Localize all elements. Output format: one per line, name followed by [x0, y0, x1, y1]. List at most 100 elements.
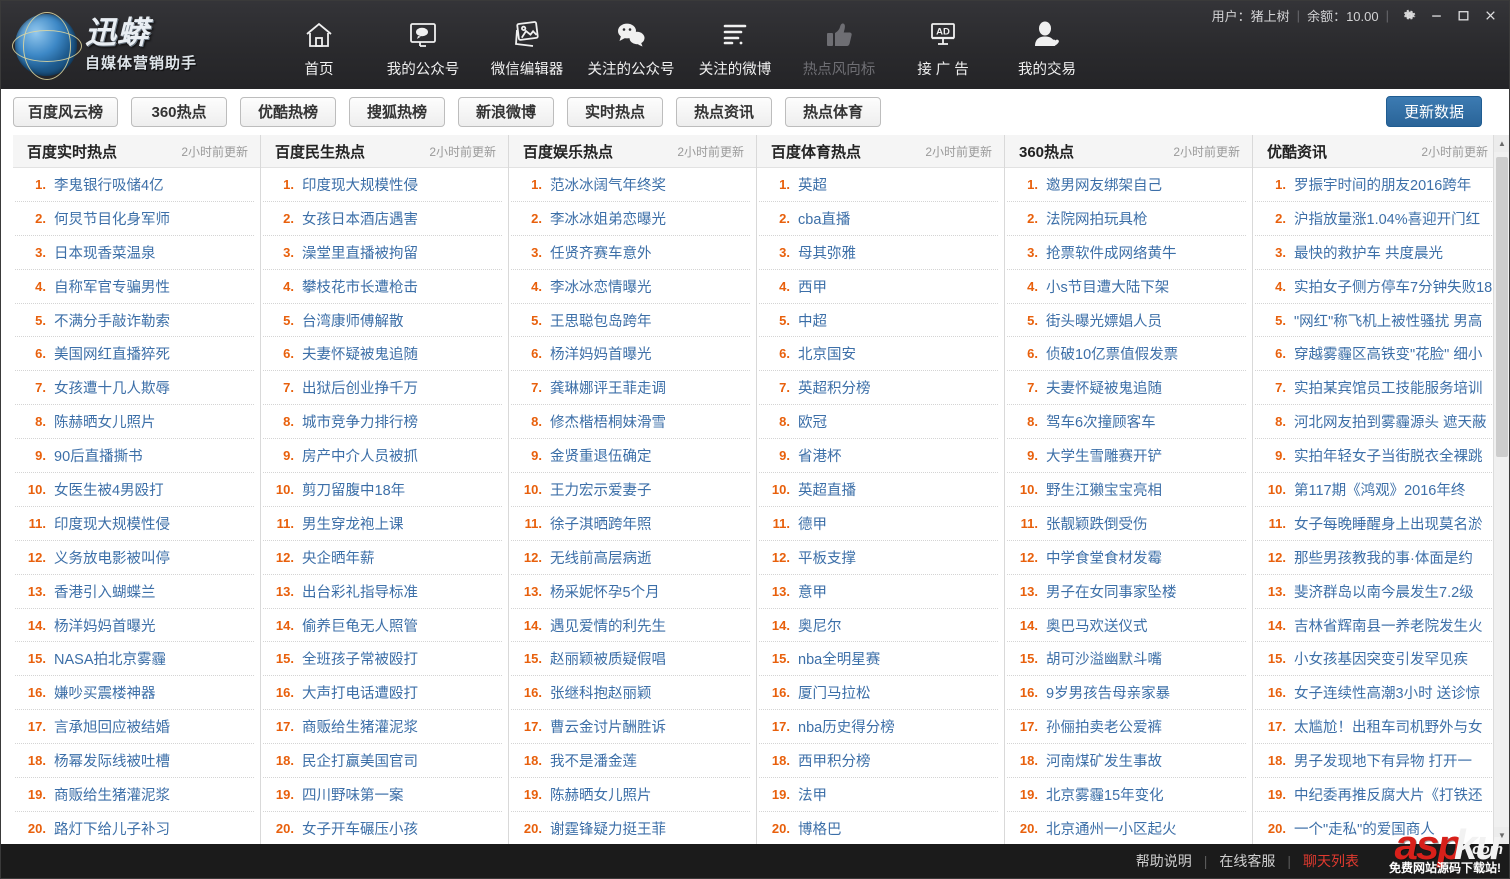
scroll-up-arrow[interactable]: ▲ — [1494, 135, 1509, 152]
topic-row[interactable]: 6.北京国安 — [759, 337, 998, 371]
topic-title[interactable]: 穿越雾霾区高铁变"花脸" 细小 — [1294, 343, 1482, 364]
topic-title[interactable]: 民企打赢美国官司 — [302, 750, 418, 771]
topic-row[interactable]: 3.母其弥雅 — [759, 236, 998, 270]
close-icon[interactable] — [1478, 4, 1503, 26]
topic-title[interactable]: 徐子淇晒跨年照 — [550, 513, 652, 534]
topic-title[interactable]: 实拍某宾馆员工技能服务培训 — [1294, 377, 1483, 398]
topic-title[interactable]: 实拍女子侧方停车7分钟失败18 — [1294, 276, 1492, 297]
topic-row[interactable]: 14.吉林省辉南县一养老院发生火 — [1255, 609, 1494, 643]
tab-youku-hot[interactable]: 优酷热榜 — [240, 97, 336, 127]
topic-row[interactable]: 10.第117期《鸿观》2016年终 — [1255, 473, 1494, 507]
topic-title[interactable]: 女子开车碾压小孩 — [302, 818, 418, 839]
topic-title[interactable]: 母其弥雅 — [798, 242, 856, 263]
topic-title[interactable]: 法甲 — [798, 784, 827, 805]
topic-title[interactable]: nba全明星赛 — [798, 648, 880, 669]
topic-row[interactable]: 18.民企打赢美国官司 — [263, 744, 502, 778]
topic-row[interactable]: 19.北京雾霾15年变化 — [1007, 778, 1246, 812]
topic-row[interactable]: 3.抢票软件成网络黄牛 — [1007, 236, 1246, 270]
scrollbar-thumb[interactable] — [1496, 157, 1508, 457]
topic-title[interactable]: 张继科抱赵丽颖 — [550, 682, 652, 703]
topic-row[interactable]: 15.NASA拍北京雾霾 — [15, 642, 254, 676]
nav-item-hot-trends[interactable]: 热点风向标 — [787, 6, 891, 84]
topic-row[interactable]: 7.龚琳娜评王菲走调 — [511, 371, 750, 405]
topic-title[interactable]: 曹云金讨片酬胜诉 — [550, 716, 666, 737]
topic-row[interactable]: 14.遇见爱情的利先生 — [511, 609, 750, 643]
topic-row[interactable]: 12.义务放电影被叫停 — [15, 541, 254, 575]
topic-title[interactable]: 杨采妮怀孕5个月 — [550, 581, 660, 602]
topic-title[interactable]: 街头曝光嫖娼人员 — [1046, 310, 1162, 331]
topic-row[interactable]: 4.小s节目遭大陆下架 — [1007, 270, 1246, 304]
topic-title[interactable]: nba历史得分榜 — [798, 716, 895, 737]
topic-title[interactable]: 女医生被4男殴打 — [54, 479, 164, 500]
topic-title[interactable]: NASA拍北京雾霾 — [54, 648, 166, 669]
topic-row[interactable]: 12.那些男孩教我的事·体面是约 — [1255, 541, 1494, 575]
topic-row[interactable]: 15.胡可沙溢幽默斗嘴 — [1007, 642, 1246, 676]
topic-row[interactable]: 19.法甲 — [759, 778, 998, 812]
topic-title[interactable]: 嫌吵买震楼神器 — [54, 682, 156, 703]
topic-title[interactable]: 路灯下给儿子补习 — [54, 818, 170, 839]
topic-row[interactable]: 10.王力宏示爱妻子 — [511, 473, 750, 507]
topic-title[interactable]: 孙俪拍卖老公爱裤 — [1046, 716, 1162, 737]
topic-title[interactable]: 夫妻怀疑被鬼追随 — [1046, 377, 1162, 398]
topic-row[interactable]: 6.侦破10亿票值假发票 — [1007, 337, 1246, 371]
topic-title[interactable]: 陈赫晒女儿照片 — [550, 784, 652, 805]
nav-item-followed-accounts[interactable]: 关注的公众号 — [579, 6, 683, 84]
topic-row[interactable]: 12.无线前高层病逝 — [511, 541, 750, 575]
topic-row[interactable]: 7.英超积分榜 — [759, 371, 998, 405]
topic-row[interactable]: 8.修杰楷梧桐妹滑雪 — [511, 405, 750, 439]
topic-row[interactable]: 5.台湾康师傅解散 — [263, 304, 502, 338]
topic-row[interactable]: 19.陈赫晒女儿照片 — [511, 778, 750, 812]
topic-row[interactable]: 20.博格巴 — [759, 812, 998, 844]
topic-row[interactable]: 1.英超 — [759, 168, 998, 202]
topic-title[interactable]: 央企晒年薪 — [302, 547, 375, 568]
topic-row[interactable]: 17.曹云金讨片酬胜诉 — [511, 710, 750, 744]
topic-row[interactable]: 20.一个"走私"的爱国商人 — [1255, 812, 1494, 844]
topic-row[interactable]: 20.路灯下给儿子补习 — [15, 812, 254, 844]
topic-row[interactable]: 1.邀男网友绑架自己 — [1007, 168, 1246, 202]
tab-sina-weibo[interactable]: 新浪微博 — [458, 97, 554, 127]
nav-item-my-official-account[interactable]: 我的公众号 — [371, 6, 475, 84]
topic-title[interactable]: 义务放电影被叫停 — [54, 547, 170, 568]
update-data-button[interactable]: 更新数据 — [1386, 96, 1482, 127]
topic-row[interactable]: 10.女医生被4男殴打 — [15, 473, 254, 507]
help-link[interactable]: 帮助说明 — [1136, 851, 1192, 871]
topic-title[interactable]: 博格巴 — [798, 818, 842, 839]
topic-title[interactable]: 大学生雪雕赛开铲 — [1046, 445, 1162, 466]
tab-hot-news[interactable]: 热点资讯 — [676, 97, 772, 127]
topic-title[interactable]: 不满分手敲诈勒索 — [54, 310, 170, 331]
tab-360-hot[interactable]: 360热点 — [131, 97, 227, 127]
topic-title[interactable]: 法院网拍玩具枪 — [1046, 208, 1148, 229]
topic-row[interactable]: 2.cba直播 — [759, 202, 998, 236]
tab-hot-sports[interactable]: 热点体育 — [785, 97, 881, 127]
topic-row[interactable]: 6.美国网红直播猝死 — [15, 337, 254, 371]
topic-title[interactable]: 出狱后创业挣千万 — [302, 377, 418, 398]
topic-row[interactable]: 7.实拍某宾馆员工技能服务培训 — [1255, 371, 1494, 405]
topic-row[interactable]: 17.言承旭回应被结婚 — [15, 710, 254, 744]
topic-row[interactable]: 3.澡堂里直播被拘留 — [263, 236, 502, 270]
topic-row[interactable]: 8.城市竞争力排行榜 — [263, 405, 502, 439]
topic-title[interactable]: 男子发现地下有异物 打开一 — [1294, 750, 1472, 771]
topic-row[interactable]: 10.剪刀留腹中18年 — [263, 473, 502, 507]
topic-title[interactable]: 日本现香菜温泉 — [54, 242, 156, 263]
topic-row[interactable]: 14.奥尼尔 — [759, 609, 998, 643]
topic-title[interactable]: "网红"称飞机上被性骚扰 男高 — [1294, 310, 1482, 331]
topic-title[interactable]: 出台彩礼指导标准 — [302, 581, 418, 602]
topic-title[interactable]: 印度现大规模性侵 — [302, 174, 418, 195]
topic-row[interactable]: 18.杨幂发际线被吐槽 — [15, 744, 254, 778]
topic-title[interactable]: 河北网友拍到雾霾源头 遮天蔽 — [1294, 411, 1487, 432]
scroll-down-arrow[interactable]: ▼ — [1494, 827, 1509, 844]
topic-title[interactable]: 小女孩基因突变引发罕见疾 — [1294, 648, 1468, 669]
topic-row[interactable]: 18.西甲积分榜 — [759, 744, 998, 778]
topic-title[interactable]: 何炅节目化身军师 — [54, 208, 170, 229]
topic-title[interactable]: 90后直播撕书 — [54, 445, 143, 466]
topic-row[interactable]: 13.杨采妮怀孕5个月 — [511, 575, 750, 609]
topic-row[interactable]: 12.平板支撑 — [759, 541, 998, 575]
topic-title[interactable]: 台湾康师傅解散 — [302, 310, 404, 331]
topic-row[interactable]: 17.商贩给生猪灌泥浆 — [263, 710, 502, 744]
topic-row[interactable]: 7.夫妻怀疑被鬼追随 — [1007, 371, 1246, 405]
topic-row[interactable]: 5.王思聪包岛跨年 — [511, 304, 750, 338]
topic-title[interactable]: 男生穿龙袍上课 — [302, 513, 404, 534]
topic-row[interactable]: 14.偷养巨龟无人照管 — [263, 609, 502, 643]
topic-title[interactable]: 李冰冰恋情曝光 — [550, 276, 652, 297]
topic-row[interactable]: 2.女孩日本酒店遇害 — [263, 202, 502, 236]
